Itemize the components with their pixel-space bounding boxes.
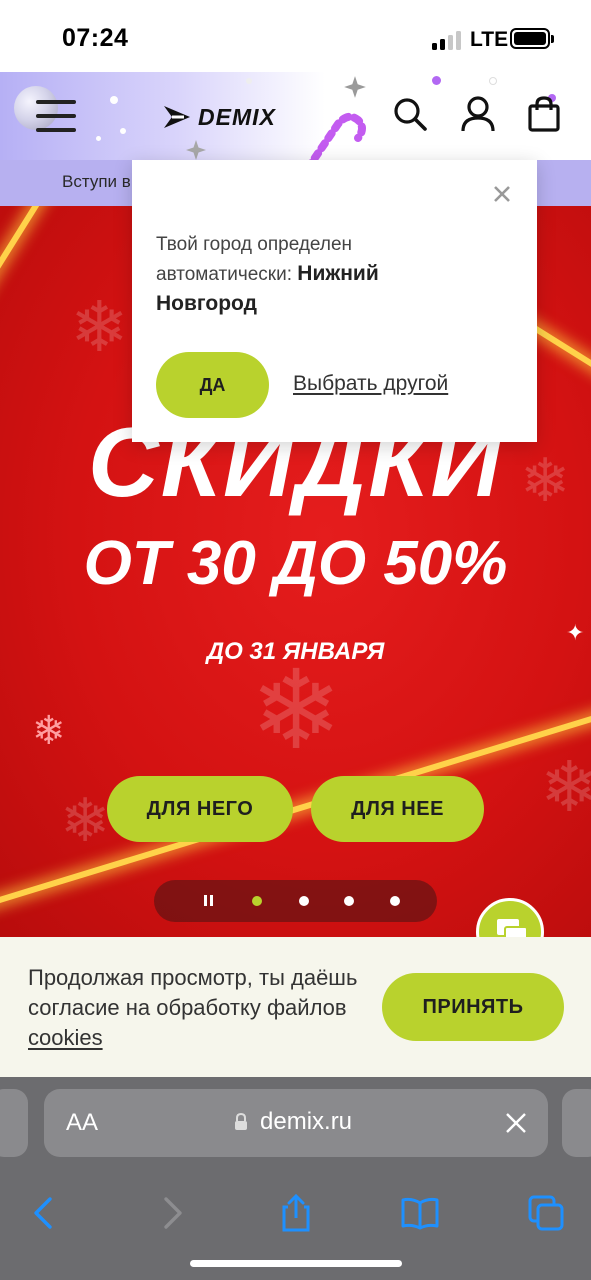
next-tab-peek[interactable] <box>562 1089 591 1157</box>
site-header: DEMIX <box>0 72 591 160</box>
profile-icon[interactable] <box>458 94 498 134</box>
choose-other-city-link[interactable]: Выбрать другой <box>293 372 448 396</box>
text-size-button[interactable]: AA <box>66 1109 98 1137</box>
status-bar: 07:24 LTE <box>0 0 591 72</box>
menu-icon[interactable] <box>36 98 76 134</box>
text-size-label: AA <box>66 1109 99 1136</box>
url-text: demix.ru <box>260 1108 353 1135</box>
network-label: LTE <box>470 28 509 51</box>
signal-icon <box>432 30 464 50</box>
battery-icon <box>510 28 554 49</box>
cookies-link[interactable]: cookies <box>28 1025 103 1050</box>
home-indicator <box>190 1260 402 1267</box>
banner-date: ДО 31 ЯНВАРЯ <box>206 638 385 665</box>
carousel-dot[interactable] <box>299 896 309 906</box>
carousel-indicator <box>154 880 437 922</box>
cookies-banner: Продолжая просмотр, ты даёшь согласие на… <box>0 937 591 1077</box>
back-icon[interactable] <box>24 1193 64 1233</box>
previous-tab-peek[interactable] <box>0 1089 28 1157</box>
carousel-dot[interactable] <box>344 896 354 906</box>
city-popup-text: Твой город определен автоматически: Нижн… <box>156 230 456 319</box>
city-popup: Твой город определен автоматически: Нижн… <box>132 160 537 442</box>
logo[interactable]: DEMIX <box>162 102 312 132</box>
lock-icon <box>235 1113 247 1130</box>
browser-toolbar: AA demix.ru <box>0 1077 591 1280</box>
cookies-message: Продолжая просмотр, ты даёшь согласие на… <box>28 965 358 1020</box>
address-bar[interactable]: AA demix.ru <box>44 1089 548 1157</box>
promo-text: Вступи в <box>62 172 131 191</box>
carousel-dot[interactable] <box>252 896 262 906</box>
banner-subheadline: ОТ 30 ДО 50% <box>83 529 508 598</box>
forward-icon[interactable] <box>152 1193 192 1233</box>
star-decoration <box>344 76 366 98</box>
for-him-button[interactable]: ДЛЯ НЕГО <box>107 776 293 842</box>
close-icon[interactable] <box>490 182 514 206</box>
confirm-city-button[interactable]: ДА <box>156 352 269 418</box>
for-her-button[interactable]: ДЛЯ НЕЕ <box>311 776 484 842</box>
cart-icon[interactable] <box>524 94 564 134</box>
chat-icon <box>497 919 528 937</box>
chat-button[interactable] <box>476 898 544 937</box>
carousel-dot[interactable] <box>390 896 400 906</box>
search-icon[interactable] <box>390 94 430 134</box>
sparkle-icon: ✦ <box>566 620 585 645</box>
accept-cookies-button[interactable]: ПРИНЯТЬ <box>382 973 564 1041</box>
cookies-text: Продолжая просмотр, ты даёшь согласие на… <box>28 963 368 1053</box>
clear-url-icon[interactable] <box>504 1111 528 1135</box>
pause-icon[interactable] <box>204 895 216 907</box>
bookmarks-icon[interactable] <box>400 1193 440 1233</box>
logo-text: DEMIX <box>198 104 276 130</box>
tabs-icon[interactable] <box>526 1193 566 1233</box>
snowflake-icon: ❄ <box>32 709 66 753</box>
status-time: 07:24 <box>62 24 129 52</box>
star-decoration <box>186 140 206 160</box>
demix-logo-icon <box>164 106 190 128</box>
share-icon[interactable] <box>276 1193 316 1233</box>
